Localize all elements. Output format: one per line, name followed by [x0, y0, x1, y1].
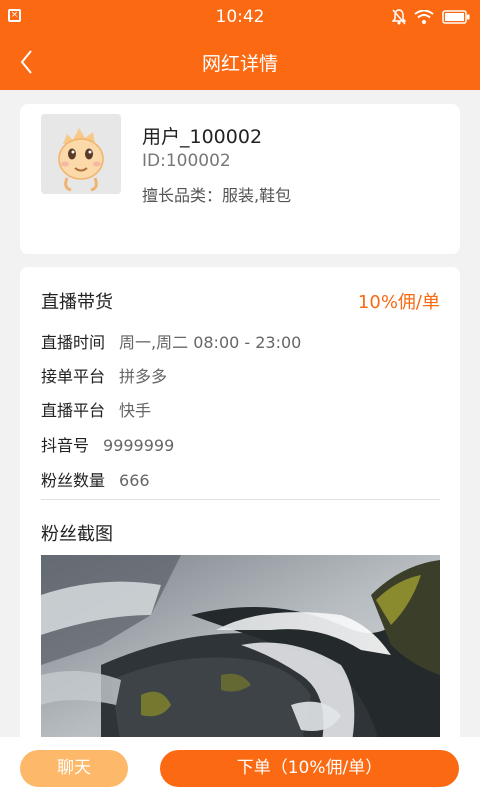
mute-bell-icon — [392, 9, 406, 25]
detail-value: 9999999 — [103, 436, 175, 455]
categories-value: 服装,鞋包 — [222, 186, 292, 205]
status-bar: × 10:42 — [0, 0, 480, 34]
detail-label: 接单平台 — [41, 367, 106, 386]
detail-row-order-platform: 接单平台 拼多多 — [41, 363, 167, 387]
battery-icon — [442, 10, 470, 24]
place-order-button[interactable]: 下单（10%佣/单） — [160, 750, 459, 787]
categories-label: 擅长品类： — [142, 186, 223, 205]
detail-label: 抖音号 — [41, 436, 90, 455]
detail-label: 粉丝数量 — [41, 471, 106, 490]
bottom-action-bar: 聊天 下单（10%佣/单） — [0, 737, 480, 800]
divider — [41, 499, 440, 500]
detail-row-douyin-id: 抖音号 9999999 — [41, 432, 174, 456]
status-icons — [392, 9, 470, 25]
detail-value: 666 — [119, 471, 150, 490]
detail-value: 拼多多 — [119, 367, 168, 386]
categories: 擅长品类：服装,鞋包 — [142, 182, 291, 206]
detail-label: 直播平台 — [41, 401, 106, 420]
detail-row-fans: 粉丝数量 666 — [41, 467, 150, 491]
waterfall-rocks-photo — [41, 555, 440, 747]
section-title: 直播带货 — [41, 292, 113, 313]
profile-card: 用户_100002 ID:100002 擅长品类：服装,鞋包 — [20, 104, 460, 254]
detail-value: 快手 — [119, 401, 152, 420]
chat-button[interactable]: 聊天 — [20, 750, 128, 787]
detail-row-live-platform: 直播平台 快手 — [41, 397, 151, 421]
avatar — [41, 114, 121, 194]
wifi-icon — [414, 10, 434, 24]
username: 用户_100002 — [142, 126, 263, 148]
detail-row-live-time: 直播时间 周一,周二 08:00 - 23:00 — [41, 329, 301, 353]
detail-label: 直播时间 — [41, 333, 106, 352]
user-id: ID:100002 — [142, 151, 231, 171]
page-title: 网红详情 — [201, 53, 278, 75]
mascot-avatar-icon — [41, 114, 121, 194]
details-card: 直播带货 10%佣/单 直播时间 周一,周二 08:00 - 23:00 接单平台… — [20, 267, 460, 747]
fan-screenshots-title: 粉丝截图 — [41, 524, 113, 545]
nav-bar: 网红详情 — [0, 34, 480, 90]
commission-rate: 10%佣/单 — [357, 292, 440, 313]
detail-value: 周一,周二 08:00 - 23:00 — [119, 333, 302, 352]
fan-screenshot-image[interactable] — [41, 555, 440, 747]
